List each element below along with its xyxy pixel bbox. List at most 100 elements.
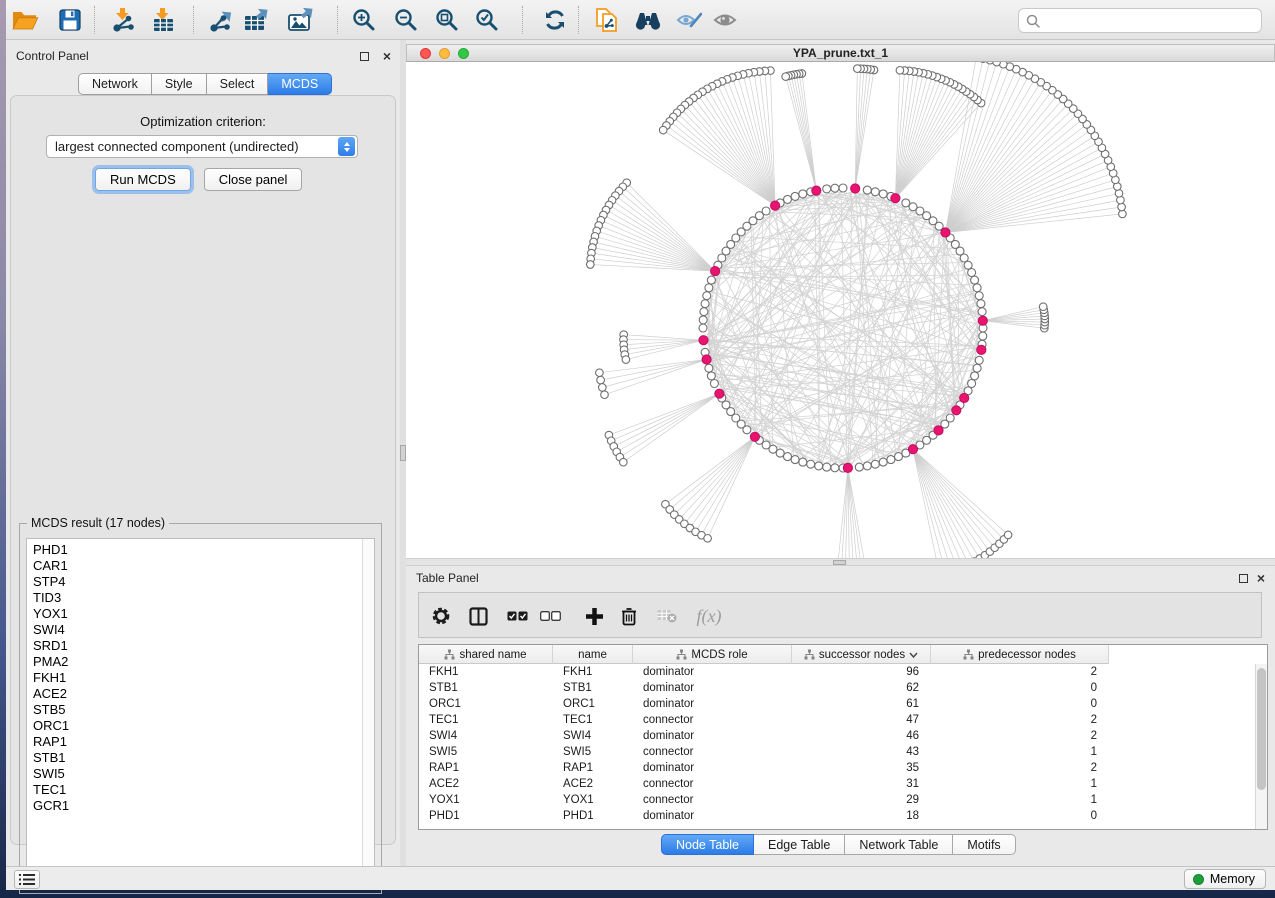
graph-node[interactable] [707,372,715,380]
deselect-all-button[interactable] [535,601,565,631]
mcds-result-item[interactable]: PHD1 [33,542,362,558]
search-input[interactable] [1045,14,1254,28]
graph-node[interactable] [784,195,792,203]
column-header-name[interactable]: name [553,645,633,664]
graph-node[interactable] [601,391,609,399]
graph-node[interactable] [587,261,595,269]
graph-node[interactable] [743,426,751,434]
mcds-result-item[interactable]: STB5 [33,702,362,718]
export-image-button[interactable] [284,3,318,37]
task-history-button[interactable] [14,870,40,889]
mcds-result-item[interactable]: GCR1 [33,798,362,814]
table-row[interactable]: ORC1ORC1dominator610 [419,696,1255,712]
graph-node[interactable] [979,332,987,340]
zoom-fit-button[interactable] [430,3,464,37]
graph-node[interactable] [705,364,713,372]
graph-node[interactable] [871,460,879,468]
tab-node-table[interactable]: Node Table [661,834,754,855]
table-row[interactable]: YOX1YOX1connector291 [419,792,1255,808]
table-row[interactable]: SWI5SWI5connector431 [419,744,1255,760]
mcds-list-scrollbar[interactable] [362,539,374,886]
graph-hub-node[interactable] [771,201,780,210]
mcds-result-item[interactable]: TEC1 [33,782,362,798]
duplicate-network-button[interactable] [590,3,624,37]
graph-node[interactable] [710,380,718,388]
graph-node[interactable] [776,449,784,457]
graph-node[interactable] [975,356,983,364]
mcds-result-item[interactable]: RAP1 [33,734,362,750]
graph-node[interactable] [896,67,904,75]
graph-node[interactable] [599,384,607,392]
graph-node[interactable] [831,464,839,472]
close-panel-button[interactable]: × [381,50,393,62]
mcds-result-item[interactable]: FKH1 [33,670,362,686]
graph-node[interactable] [863,462,871,470]
graph-node[interactable] [807,460,815,468]
graph-node[interactable] [701,300,709,308]
mcds-result-item[interactable]: STP4 [33,574,362,590]
run-mcds-button[interactable]: Run MCDS [95,168,191,191]
mcds-result-item[interactable]: SWI5 [33,766,362,782]
close-mcds-panel-button[interactable]: Close panel [204,168,303,191]
graph-hub-node[interactable] [715,389,724,398]
float-panel-button[interactable] [358,50,370,62]
column-header-shared-name[interactable]: shared name [419,645,553,664]
graph-node[interactable] [699,324,707,332]
add-column-button[interactable] [579,601,609,631]
graph-node[interactable] [978,308,986,316]
table-row[interactable]: RAP1RAP1dominator352 [419,760,1255,776]
graph-node[interactable] [705,284,713,292]
table-mode-button[interactable] [426,601,456,631]
close-table-panel-button[interactable]: × [1255,572,1267,584]
graph-node[interactable] [871,188,879,196]
graph-node[interactable] [700,308,708,316]
table-row[interactable]: STB1STB1dominator620 [419,680,1255,696]
graph-node[interactable] [597,376,605,384]
graph-hub-node[interactable] [891,194,900,203]
graph-node[interactable] [854,65,862,73]
graph-node[interactable] [975,292,983,300]
graph-node[interactable] [1118,203,1126,211]
delete-column-button[interactable] [614,601,644,631]
tab-network[interactable]: Network [78,73,152,95]
refresh-view-button[interactable] [538,3,572,37]
column-header-successor-nodes[interactable]: successor nodes [792,645,931,664]
graph-node[interactable] [659,126,667,134]
graph-node[interactable] [968,269,976,277]
graph-node[interactable] [993,62,1001,66]
scrollbar-thumb[interactable] [1257,668,1266,790]
graph-hub-node[interactable] [952,406,961,415]
open-file-button[interactable] [8,3,42,37]
graph-hub-node[interactable] [750,432,759,441]
table-row[interactable]: TEC1TEC1connector472 [419,712,1255,728]
tab-network-table[interactable]: Network Table [845,834,953,855]
table-row[interactable]: ACE2ACE2connector311 [419,776,1255,792]
graph-node[interactable] [596,369,604,377]
save-session-button[interactable] [53,3,87,37]
graph-node[interactable] [855,463,863,471]
zoom-out-button[interactable] [389,3,423,37]
graph-node[interactable] [973,364,981,372]
graph-node[interactable] [620,458,628,466]
mcds-result-item[interactable]: STB1 [33,750,362,766]
graph-node[interactable] [879,190,887,198]
table-scrollbar[interactable] [1255,664,1267,829]
graph-node[interactable] [1004,531,1012,539]
tab-select[interactable]: Select [207,73,269,95]
tab-style[interactable]: Style [152,73,207,95]
graph-node[interactable] [839,184,847,192]
graph-hub-node[interactable] [699,336,708,345]
graph-node[interactable] [784,453,792,461]
import-table-button[interactable] [146,3,180,37]
mcds-result-item[interactable]: CAR1 [33,558,362,574]
show-columns-button[interactable] [463,601,493,631]
export-table-button[interactable] [239,3,273,37]
graph-node[interactable] [1039,303,1047,311]
show-graphics-details-button[interactable] [708,3,742,37]
select-all-button[interactable] [502,601,532,631]
graph-hub-node[interactable] [843,463,852,472]
mcds-result-item[interactable]: ACE2 [33,686,362,702]
graph-node[interactable] [815,462,823,470]
table-row[interactable]: SWI4SWI4dominator462 [419,728,1255,744]
tab-edge-table[interactable]: Edge Table [754,834,845,855]
